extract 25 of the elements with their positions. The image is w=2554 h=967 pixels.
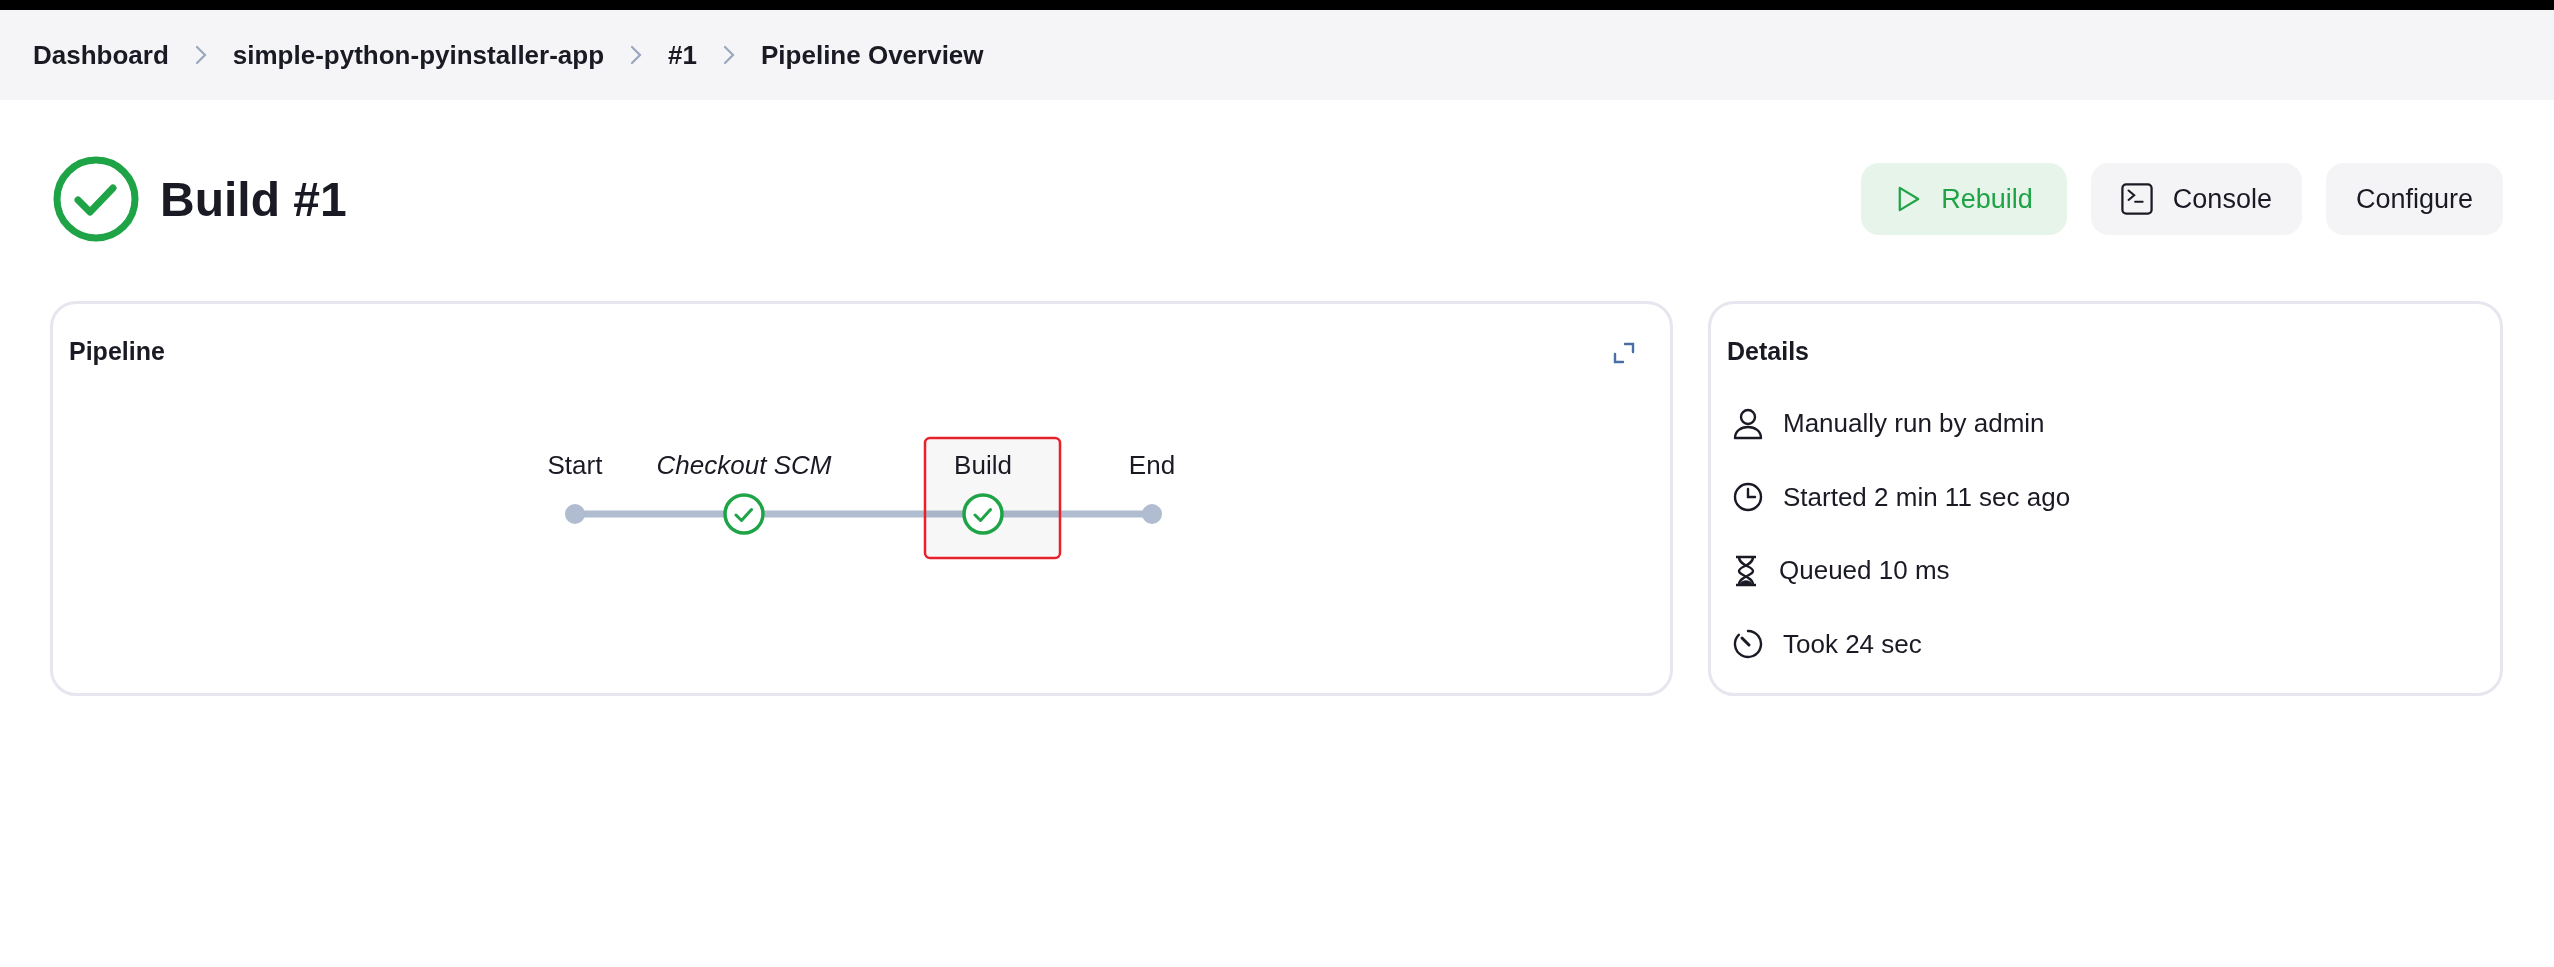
breadcrumb-link[interactable]: simple-python-pyinstaller-app bbox=[232, 39, 605, 71]
stage-label[interactable]: Build bbox=[954, 450, 1012, 480]
breadcrumb-link[interactable]: Pipeline Overview bbox=[761, 39, 984, 71]
expand-icon[interactable] bbox=[1613, 342, 1635, 364]
card-title: Details bbox=[1727, 336, 1809, 367]
stage-label[interactable]: Checkout SCM bbox=[656, 450, 832, 480]
stage-label[interactable]: End bbox=[1128, 450, 1176, 480]
chevron-icon bbox=[723, 45, 735, 65]
detail-text: Queued 10 ms bbox=[1779, 555, 1950, 587]
detail-text: Started 2 min 11 sec ago bbox=[1783, 481, 2071, 513]
card-title: Pipeline bbox=[68, 336, 165, 367]
breadcrumb-link[interactable]: #1 bbox=[668, 39, 697, 71]
chevron-icon bbox=[194, 45, 207, 65]
play-icon bbox=[1897, 185, 1922, 213]
detail-text: Manually run by admin bbox=[1783, 408, 2045, 440]
terminal-icon bbox=[2120, 183, 2153, 215]
stage-label[interactable]: Start bbox=[547, 450, 603, 480]
action-button[interactable]: Configure bbox=[2325, 163, 2503, 235]
success-check-icon[interactable] bbox=[723, 493, 765, 535]
success-check-icon[interactable] bbox=[962, 493, 1004, 535]
detail-text: Took 24 sec bbox=[1783, 628, 1922, 660]
build-title: Build #1 bbox=[160, 171, 347, 227]
chevron-icon bbox=[630, 45, 643, 65]
console-button[interactable]: Console bbox=[2090, 163, 2302, 235]
breadcrumb-link[interactable]: Dashboard bbox=[33, 39, 169, 71]
